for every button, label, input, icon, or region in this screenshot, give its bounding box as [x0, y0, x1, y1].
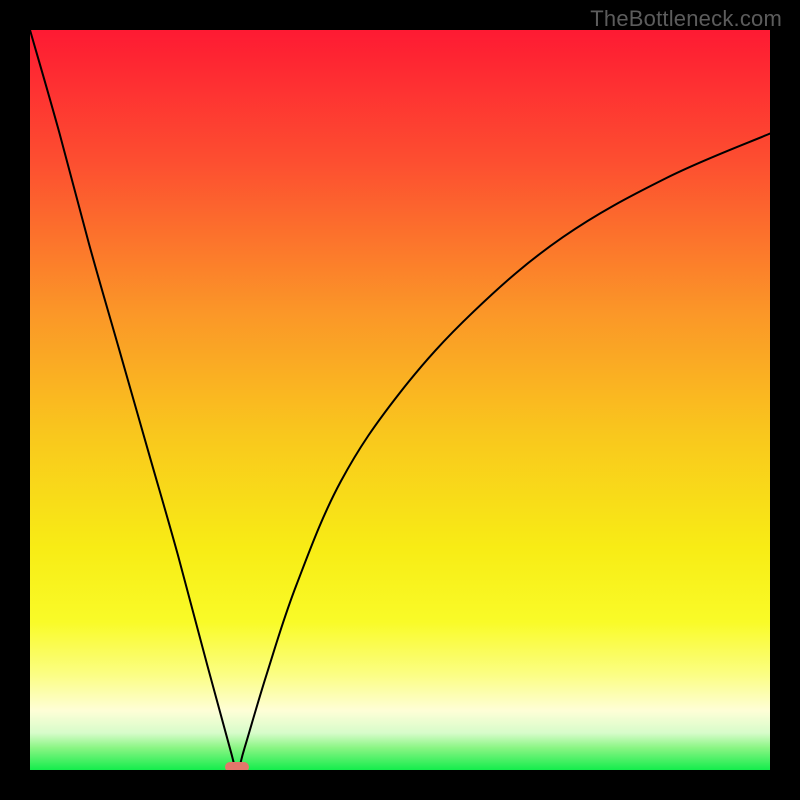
chart-frame: TheBottleneck.com — [0, 0, 800, 800]
watermark-text: TheBottleneck.com — [590, 6, 782, 32]
optimum-marker — [225, 762, 249, 770]
bottleneck-curve — [30, 30, 770, 770]
plot-area — [30, 30, 770, 770]
